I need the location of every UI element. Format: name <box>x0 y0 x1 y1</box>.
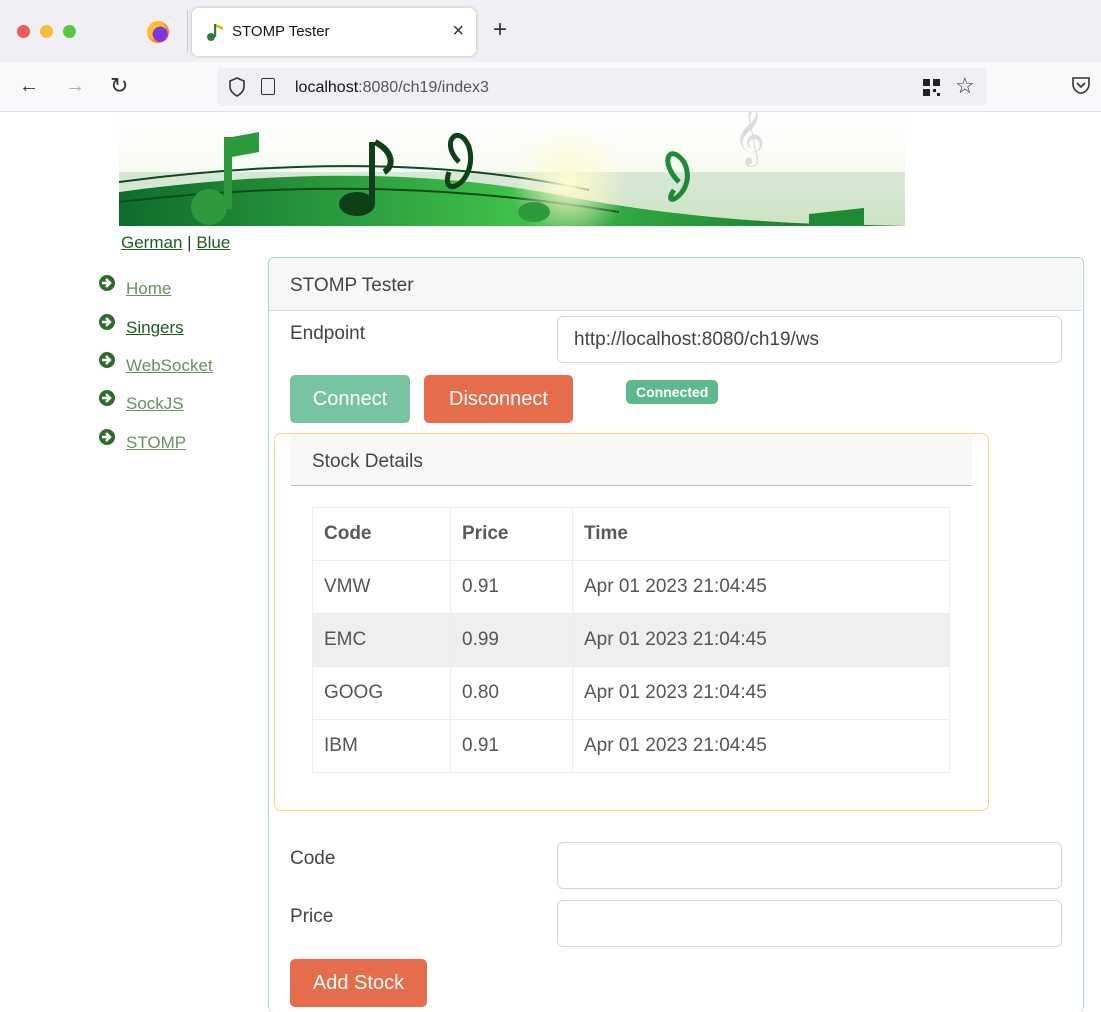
price-input[interactable] <box>557 900 1062 947</box>
sidebar-item-label: WebSocket <box>126 356 213 375</box>
sidebar-item-label: SockJS <box>126 394 184 413</box>
endpoint-label: Endpoint <box>290 323 366 344</box>
pocket-icon[interactable] <box>1070 74 1092 96</box>
language-links: German | Blue <box>121 233 230 253</box>
bookmark-star-icon[interactable]: ☆ <box>955 73 975 99</box>
url-bar[interactable]: localhost:8080/ch19/index3 ☆ <box>217 68 987 106</box>
code-label: Code <box>290 848 336 869</box>
cell-price: 0.80 <box>450 666 573 720</box>
page-icon[interactable] <box>261 78 275 95</box>
arrow-circle-icon <box>99 314 115 330</box>
minimize-window-button[interactable] <box>40 25 53 38</box>
blue-theme-link[interactable]: Blue <box>196 233 230 252</box>
table-row: VMW 0.91 Apr 01 2023 21:04:45 <box>312 560 950 614</box>
reload-icon[interactable]: ↻ <box>110 74 128 98</box>
german-link[interactable]: German <box>121 233 182 252</box>
arrow-circle-icon <box>99 429 115 445</box>
arrow-circle-icon <box>99 352 115 368</box>
connect-button[interactable]: Connect <box>290 375 410 423</box>
svg-text:𝄞: 𝄞 <box>734 112 765 167</box>
card-header: STOMP Tester <box>269 258 1082 311</box>
cell-time: Apr 01 2023 21:04:45 <box>572 560 950 614</box>
tab-stomp-tester[interactable]: STOMP Tester × <box>192 8 476 56</box>
lang-separator: | <box>187 233 192 252</box>
url-text[interactable]: localhost:8080/ch19/index3 <box>295 79 489 97</box>
cell-time: Apr 01 2023 21:04:45 <box>572 613 950 667</box>
url-host: localhost <box>295 79 359 96</box>
stock-table: Code Price Time VMW 0.91 Apr 01 2023 21:… <box>312 507 950 773</box>
cell-price: 0.91 <box>450 560 573 614</box>
code-input[interactable] <box>557 842 1062 889</box>
arrow-circle-icon <box>99 390 115 406</box>
endpoint-input[interactable] <box>557 316 1062 363</box>
maximize-window-button[interactable] <box>63 25 76 38</box>
stock-details-title: Stock Details <box>312 451 423 472</box>
stock-details-panel: Stock Details Code Price Time VMW 0.91 A… <box>274 433 989 811</box>
cell-code: GOOG <box>312 666 451 720</box>
disconnect-button[interactable]: Disconnect <box>424 375 573 423</box>
tab-title: STOMP Tester <box>232 23 330 40</box>
tab-divider <box>187 10 188 52</box>
cell-code: VMW <box>312 560 451 614</box>
music-note-icon <box>207 24 223 41</box>
back-icon[interactable]: ← <box>19 74 39 98</box>
cell-price: 0.91 <box>450 719 573 773</box>
stomp-tester-card: STOMP Tester Endpoint Connect Disconnect… <box>268 257 1084 1012</box>
column-header-time: Time <box>572 507 950 561</box>
cell-time: Apr 01 2023 21:04:45 <box>572 719 950 773</box>
music-banner: 𝄞 <box>119 112 905 226</box>
table-row: IBM 0.91 Apr 01 2023 21:04:45 <box>312 719 950 773</box>
add-stock-button[interactable]: Add Stock <box>290 959 427 1007</box>
status-badge: Connected <box>626 380 719 404</box>
column-header-code: Code <box>312 507 451 561</box>
sidebar-item-label: Home <box>126 279 172 298</box>
price-label: Price <box>290 906 334 927</box>
forward-icon[interactable]: → <box>65 74 85 98</box>
table-row: EMC 0.99 Apr 01 2023 21:04:45 <box>312 613 950 667</box>
qr-icon[interactable] <box>923 79 940 96</box>
cell-price: 0.99 <box>450 613 573 667</box>
table-header-row: Code Price Time <box>312 507 950 561</box>
sidebar-item-label: Singers <box>126 318 184 337</box>
stock-details-header: Stock Details <box>291 434 972 486</box>
arrow-circle-icon <box>99 275 115 291</box>
card-title: STOMP Tester <box>290 275 414 296</box>
close-tab-icon[interactable]: × <box>452 20 464 42</box>
cell-code: IBM <box>312 719 451 773</box>
music-notes-image: 𝄞 <box>119 112 905 226</box>
table-row: GOOG 0.80 Apr 01 2023 21:04:45 <box>312 666 950 720</box>
url-path: :8080/ch19/index3 <box>358 79 489 96</box>
cell-code: EMC <box>312 613 451 667</box>
close-window-button[interactable] <box>17 25 30 38</box>
sidebar-item-label: STOMP <box>126 433 187 452</box>
browser-tab-bar: STOMP Tester × + <box>0 0 1101 62</box>
new-tab-icon[interactable]: + <box>493 17 507 43</box>
firefox-icon[interactable] <box>147 21 169 43</box>
shield-icon[interactable] <box>229 77 245 97</box>
browser-nav-bar: ← → ↻ localhost:8080/ch19/index3 ☆ <box>0 62 1101 112</box>
column-header-price: Price <box>450 507 573 561</box>
cell-time: Apr 01 2023 21:04:45 <box>572 666 950 720</box>
